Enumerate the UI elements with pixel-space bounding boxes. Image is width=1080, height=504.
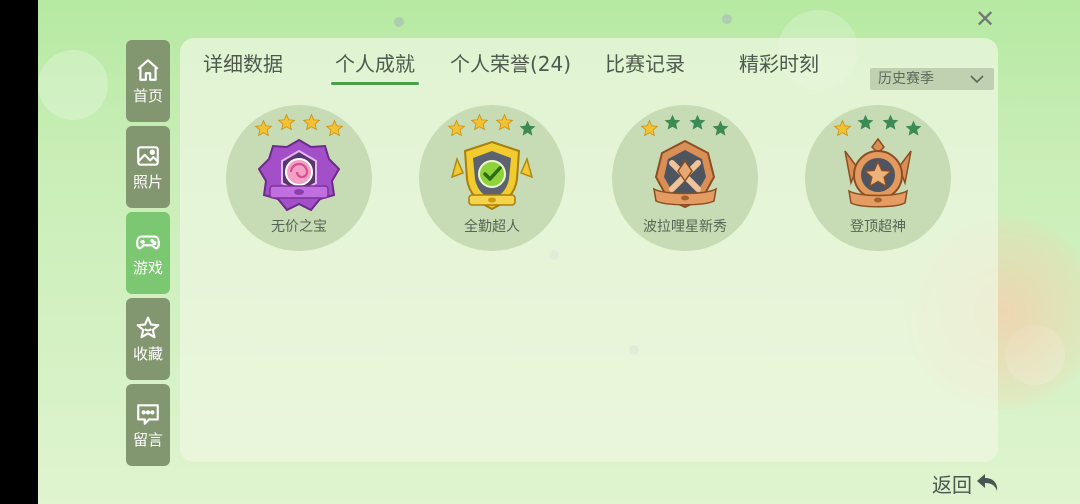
- tab-bar: 详细数据 个人成就 个人荣誉(24) 比赛记录 精彩时刻: [180, 48, 880, 88]
- achievement-card[interactable]: 全勤超人: [419, 105, 565, 251]
- achievement-name: 波拉哩星新秀: [643, 219, 727, 235]
- sidebar-item-messages[interactable]: 留言: [126, 384, 170, 466]
- sidebar-nav: 首页 照片 游戏 收藏 留言: [126, 40, 170, 470]
- tab-detailed-data[interactable]: 详细数据: [203, 48, 283, 77]
- star-earned-icon: [254, 119, 273, 137]
- star-earned-icon: [447, 119, 466, 137]
- achievement-name: 无价之宝: [271, 219, 327, 235]
- close-icon[interactable]: ✕: [975, 5, 995, 33]
- message-icon: [137, 403, 159, 425]
- star-unearned-icon: [857, 114, 874, 130]
- sidebar-item-photos[interactable]: 照片: [126, 126, 170, 208]
- close-button[interactable]: ✕: [972, 6, 998, 32]
- star-earned-icon: [325, 119, 344, 137]
- star-unearned-icon: [882, 114, 899, 130]
- sidebar-item-favorites[interactable]: 收藏: [126, 298, 170, 380]
- sidebar-item-home[interactable]: 首页: [126, 40, 170, 122]
- star-unearned-icon: [689, 114, 706, 130]
- sidebar-item-label: 照片: [132, 172, 163, 191]
- tab-match-records[interactable]: 比赛记录: [605, 48, 685, 77]
- home-icon: [137, 58, 159, 81]
- achievement-stars: [612, 113, 758, 137]
- gold-check-shield-badge-icon: [450, 140, 534, 211]
- star-earned-icon: [640, 119, 659, 137]
- achievement-card[interactable]: 波拉哩星新秀: [612, 105, 758, 251]
- game-screen: ✕ 首页 照片 游戏 收藏 留言 详细数据 个人成就 个人荣誉(24) 比赛记录…: [38, 0, 1080, 504]
- back-button[interactable]: 返回: [932, 470, 1000, 497]
- achievement-name: 登顶超神: [850, 219, 906, 235]
- achievement-card[interactable]: 登顶超神: [805, 105, 951, 251]
- gamepad-icon: [136, 235, 160, 249]
- achievement-name: 全勤超人: [464, 219, 520, 235]
- season-dropdown[interactable]: 历史赛季: [870, 68, 994, 90]
- star-unearned-icon: [712, 120, 729, 136]
- star-icon: [136, 316, 160, 338]
- star-unearned-icon: [519, 120, 536, 136]
- purple-candy-badge-icon: [257, 138, 341, 212]
- tab-personal-honors[interactable]: 个人荣誉(24): [450, 48, 571, 77]
- star-earned-icon: [495, 113, 514, 131]
- achievement-card[interactable]: 无价之宝: [226, 105, 372, 251]
- photo-icon: [137, 145, 159, 166]
- season-dropdown-value: 历史赛季: [878, 71, 934, 87]
- sidebar-item-label: 留言: [132, 430, 163, 449]
- back-arrow-icon: [977, 474, 998, 491]
- sidebar-item-label: 游戏: [132, 258, 163, 277]
- star-unearned-icon: [664, 114, 681, 130]
- sidebar-item-games[interactable]: 游戏: [126, 212, 170, 294]
- back-button-label: 返回: [932, 472, 972, 497]
- star-earned-icon: [277, 113, 296, 131]
- background-dot: [722, 14, 732, 24]
- achievements-panel: 详细数据 个人成就 个人荣誉(24) 比赛记录 精彩时刻 历史赛季 无价之宝 全…: [180, 38, 998, 462]
- star-earned-icon: [470, 113, 489, 131]
- achievement-stars: [419, 113, 565, 137]
- bronze-crossed-badge-icon: [652, 139, 718, 209]
- tab-personal-achievements[interactable]: 个人成就: [331, 48, 419, 85]
- background-dot: [394, 17, 404, 27]
- star-earned-icon: [833, 119, 852, 137]
- sidebar-item-label: 首页: [132, 86, 163, 105]
- bronze-star-medal-badge-icon: [844, 137, 912, 208]
- star-earned-icon: [302, 113, 321, 131]
- achievement-stars: [805, 113, 951, 137]
- sidebar-item-label: 收藏: [132, 344, 163, 363]
- star-unearned-icon: [905, 120, 922, 136]
- background-bubble: [38, 50, 108, 120]
- achievement-stars: [226, 113, 372, 137]
- chevron-down-icon: [970, 75, 984, 84]
- tab-highlights[interactable]: 精彩时刻: [739, 48, 819, 77]
